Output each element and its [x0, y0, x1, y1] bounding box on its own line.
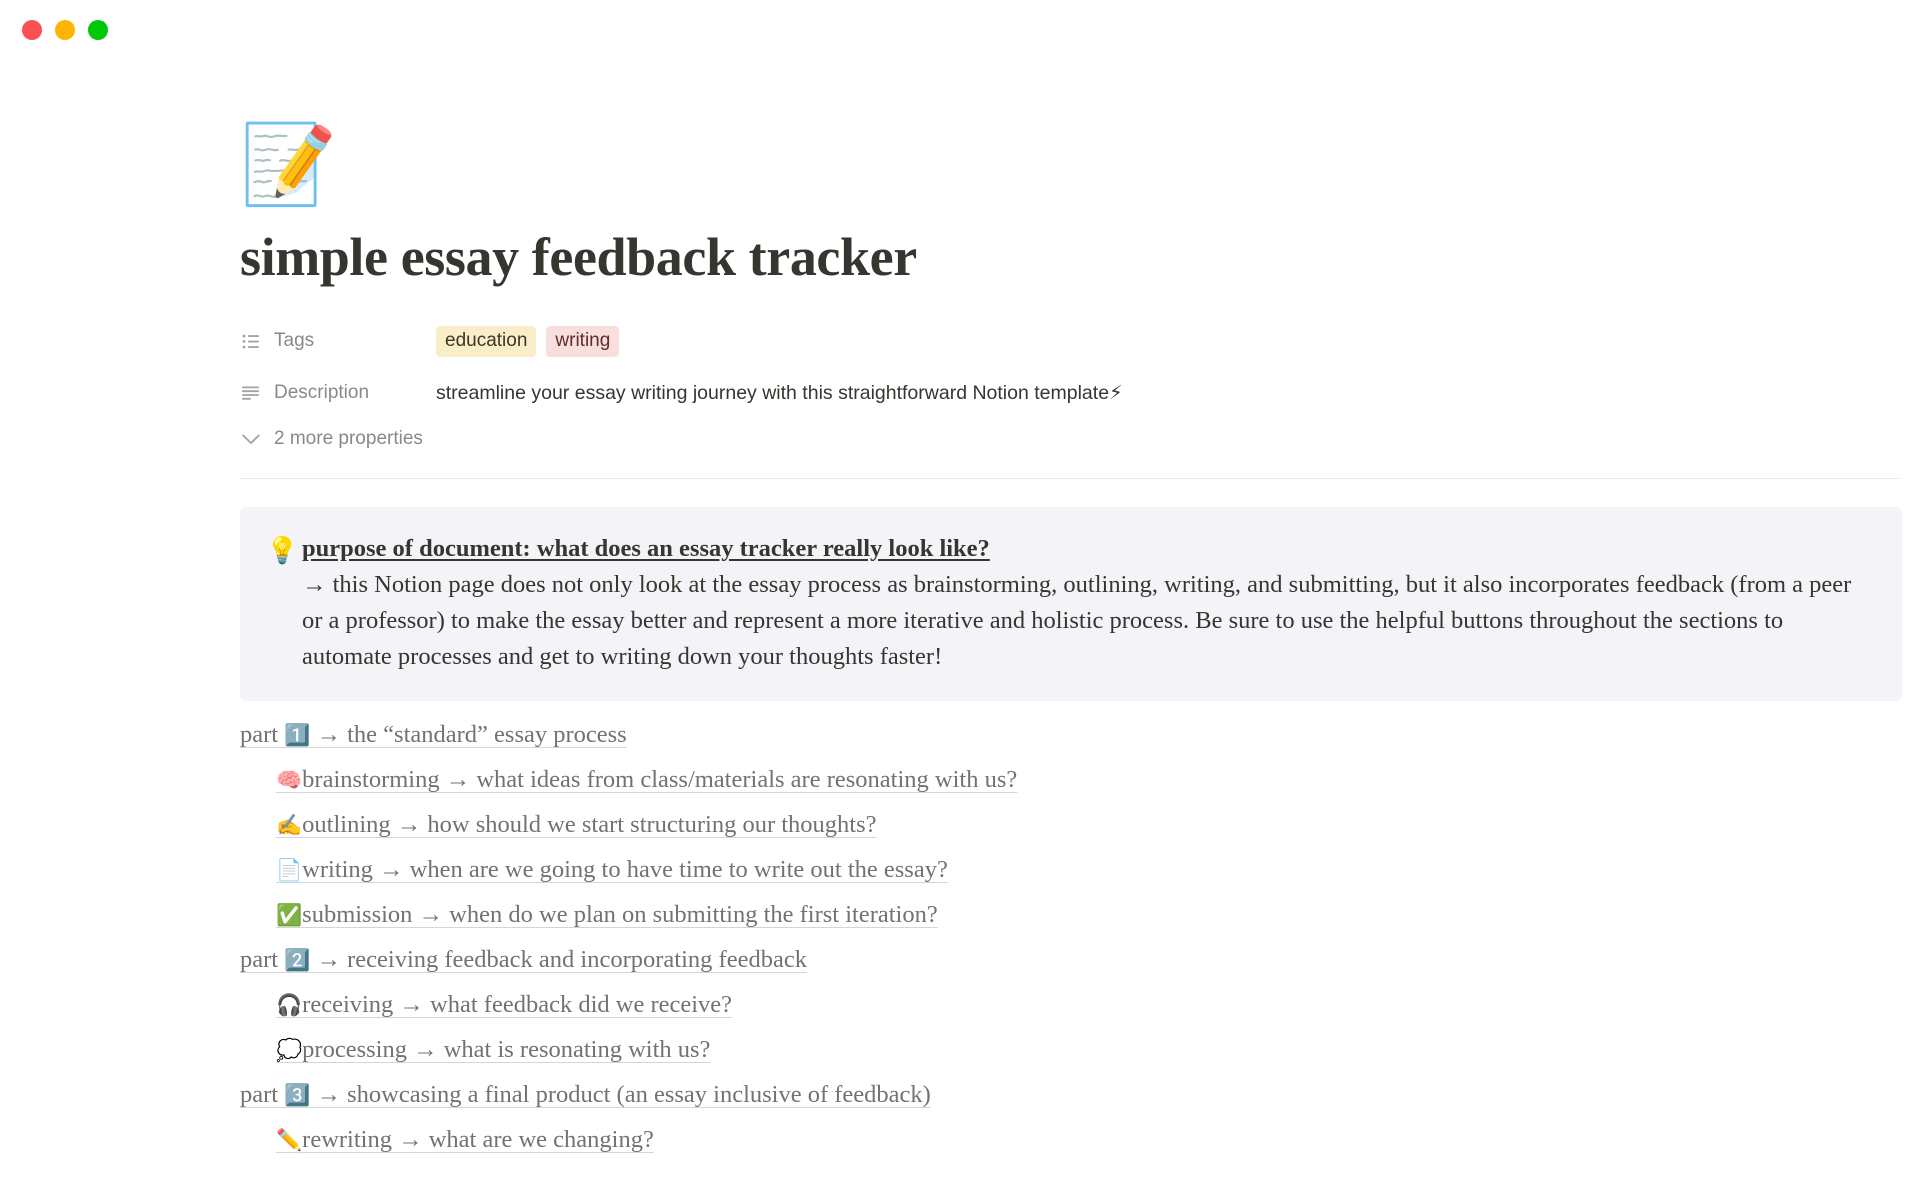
link-row-part-3: part 3️⃣ → showcasing a final product (a…: [240, 1075, 1810, 1118]
text-lines-icon: [240, 382, 262, 404]
lightbulb-icon: 💡: [266, 536, 299, 567]
more-properties-label: 2 more properties: [274, 428, 423, 450]
property-name-tags: Tags: [274, 330, 315, 352]
page-link-brainstorming[interactable]: 🧠brainstorming → what ideas from class/m…: [276, 766, 1017, 793]
link-row-writing: 📄writing → when are we going to have tim…: [240, 850, 1810, 893]
section-divider: [240, 478, 1900, 480]
page-link-part-1[interactable]: part 1️⃣ → the “standard” essay process: [240, 721, 627, 748]
page-link-part-3[interactable]: part 3️⃣ → showcasing a final product (a…: [240, 1081, 931, 1108]
keycap-2-emoji: 2️⃣: [284, 948, 311, 973]
property-name-description: Description: [274, 382, 370, 404]
page-title[interactable]: simple essay feedback tracker: [240, 226, 1810, 288]
page-link-rewriting[interactable]: ✏️rewriting → what are we changing?: [276, 1126, 654, 1153]
property-value-tags[interactable]: education writing: [436, 325, 1810, 357]
brain-emoji: 🧠: [276, 768, 303, 793]
maximize-window-button[interactable]: [88, 20, 108, 40]
writing-hand-emoji: ✍️: [276, 813, 303, 838]
callout-block: 💡 purpose of document: what does an essa…: [240, 507, 1902, 702]
callout-heading: purpose of document: what does an essay …: [302, 535, 990, 563]
page-link-receiving[interactable]: 🎧receiving → what feedback did we receiv…: [276, 991, 732, 1018]
description-text: streamline your essay writing journey wi…: [436, 382, 1110, 405]
page-link-processing[interactable]: 💭processing → what is resonating with us…: [276, 1036, 710, 1063]
close-window-button[interactable]: [22, 20, 42, 40]
thought-balloon-emoji: 💭: [276, 1038, 303, 1063]
page-icon[interactable]: 📝: [240, 120, 337, 210]
tag-writing[interactable]: writing: [546, 325, 620, 357]
link-row-part-1: part 1️⃣ → the “standard” essay process: [240, 715, 1810, 758]
page-properties: Tags education writing Description strea…: [240, 324, 1810, 450]
page-link-list: part 1️⃣ → the “standard” essay process …: [240, 715, 1810, 1163]
page-link-submission[interactable]: ✅submission → when do we plan on submitt…: [276, 901, 938, 928]
notion-page: 📝 simple essay feedback tracker Tags edu…: [0, 62, 1920, 1200]
link-row-rewriting: ✏️rewriting → what are we changing?: [240, 1120, 1810, 1163]
page-link-outlining[interactable]: ✍️outlining → how should we start struct…: [276, 811, 877, 838]
link-row-part-2: part 2️⃣ → receiving feedback and incorp…: [240, 940, 1810, 983]
link-row-outlining: ✍️outlining → how should we start struct…: [240, 805, 1810, 848]
headphone-emoji: 🎧: [276, 993, 303, 1018]
callout-text: → this Notion page does not only look at…: [302, 571, 1852, 671]
page-link-writing[interactable]: 📄writing → when are we going to have tim…: [276, 856, 948, 883]
property-label-tags[interactable]: Tags: [240, 329, 436, 353]
multi-select-icon: [240, 330, 262, 352]
tag-education[interactable]: education: [436, 325, 537, 357]
pencil-emoji: ✏️: [276, 1128, 303, 1153]
page-document-emoji: 📄: [276, 858, 303, 883]
minimize-window-button[interactable]: [55, 20, 75, 40]
link-row-receiving: 🎧receiving → what feedback did we receiv…: [240, 985, 1810, 1028]
link-row-processing: 💭processing → what is resonating with us…: [240, 1030, 1810, 1073]
chevron-down-icon: [240, 428, 262, 450]
lightning-bolt-emoji: ⚡: [1109, 381, 1123, 405]
keycap-1-emoji: 1️⃣: [284, 723, 311, 748]
callout-body: purpose of document: what does an essay …: [302, 531, 1872, 675]
page-link-part-2[interactable]: part 2️⃣ → receiving feedback and incorp…: [240, 946, 807, 973]
window-titlebar: [0, 0, 1920, 62]
traffic-light-controls: [22, 20, 108, 40]
link-row-brainstorming: 🧠brainstorming → what ideas from class/m…: [240, 760, 1810, 803]
keycap-3-emoji: 3️⃣: [284, 1083, 311, 1108]
property-row-tags[interactable]: Tags education writing: [240, 324, 1810, 358]
property-value-description[interactable]: streamline your essay writing journey wi…: [436, 380, 1810, 406]
link-row-submission: ✅submission → when do we plan on submitt…: [240, 895, 1810, 938]
page-content: 📝 simple essay feedback tracker Tags edu…: [110, 120, 1902, 1163]
property-label-description[interactable]: Description: [240, 381, 436, 405]
property-row-description[interactable]: Description streamline your essay writin…: [240, 376, 1810, 410]
more-properties-toggle[interactable]: 2 more properties: [240, 428, 1810, 450]
check-mark-emoji: ✅: [276, 903, 303, 928]
